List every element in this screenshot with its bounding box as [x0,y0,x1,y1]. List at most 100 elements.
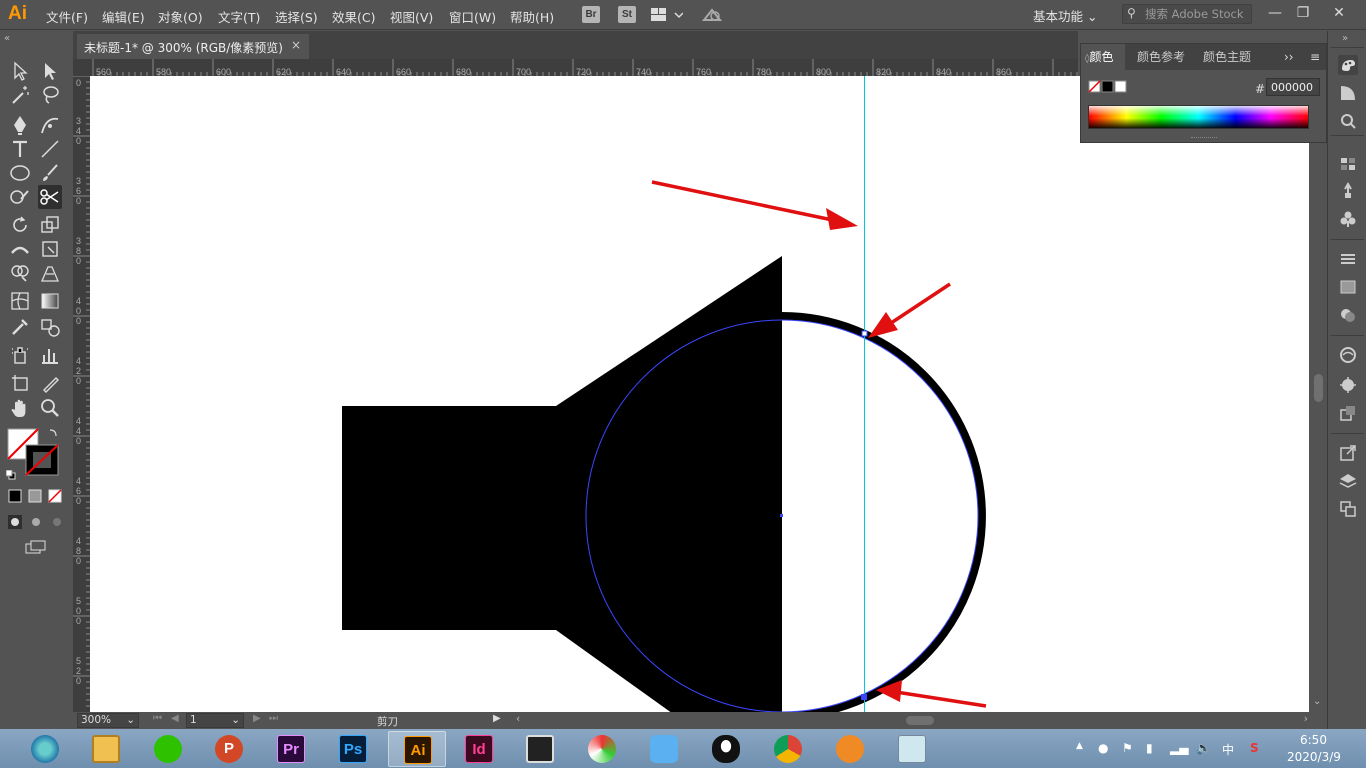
export-icon[interactable] [1338,443,1358,463]
menu-select[interactable]: 选择(S) [275,7,318,26]
close-tab-icon[interactable]: × [291,38,301,52]
menu-file[interactable]: 文件(F) [46,7,88,26]
volume-icon[interactable]: 🔈 [1196,741,1211,755]
screen-mode-icon[interactable] [24,539,48,555]
anchor-point-bottom[interactable] [861,694,867,700]
zoom-tool-icon[interactable] [38,396,62,420]
vertical-scroll-thumb[interactable] [1314,374,1323,402]
arrange-documents-icon[interactable] [651,8,684,22]
fill-stroke-mini-swatches[interactable] [1088,80,1128,94]
graphic-styles-icon[interactable] [1338,375,1358,395]
layers-icon[interactable] [1338,471,1358,491]
gradient-tool-icon[interactable] [38,289,62,313]
pen-tool-icon[interactable] [8,113,32,137]
menu-object[interactable]: 对象(O) [158,7,203,26]
restore-button[interactable]: ❐ [1288,3,1318,23]
column-graph-tool-icon[interactable] [38,343,62,367]
scale-tool-icon[interactable] [38,213,62,237]
gradient-icon[interactable] [1338,277,1358,297]
menu-effect[interactable]: 效果(C) [332,7,375,26]
symbol-sprayer-tool-icon[interactable] [8,343,32,367]
tab-color-guide[interactable]: 颜色参考 [1137,44,1185,70]
paintbrush-tool-icon[interactable] [38,161,62,185]
stock-button[interactable]: St [618,6,636,23]
artboard-tool-icon[interactable] [8,371,32,395]
next-artboard-icon[interactable]: ▶ [253,713,261,724]
blend-tool-icon[interactable] [38,315,62,339]
transparency-icon[interactable] [1338,305,1358,325]
tab-color-themes[interactable]: 颜色主题 [1203,44,1251,70]
taskbar-notes[interactable] [883,731,941,767]
show-hidden-icons[interactable]: ▲ [1076,741,1083,751]
taskbar-chrome[interactable] [759,731,817,767]
ellipse-tool-icon[interactable] [8,161,32,185]
sogou-ime-icon[interactable]: S [1250,741,1259,755]
symbols-icon[interactable] [1338,209,1358,229]
line-segment-tool-icon[interactable] [38,137,62,161]
close-window-button[interactable]: ✕ [1324,3,1354,23]
color-spectrum-bar[interactable] [1088,105,1309,129]
scroll-right-icon[interactable]: › [1304,713,1308,725]
perspective-grid-tool-icon[interactable] [38,261,62,285]
color-panel-icon[interactable] [1338,55,1358,75]
brushes-icon[interactable] [1338,181,1358,201]
document-tab[interactable]: 未标题-1* @ 300% (RGB/像素预览) × [77,34,309,59]
lasso-tool-icon[interactable] [38,83,62,107]
hand-tool-icon[interactable] [8,396,32,420]
artboards-icon[interactable] [1338,499,1358,519]
free-transform-tool-icon[interactable] [38,237,62,261]
vertical-scrollbar[interactable]: ⌄ [1309,76,1327,712]
network-icon[interactable]: ▂▄ [1170,741,1188,755]
drawing-modes-icon[interactable] [8,515,64,529]
slice-tool-icon[interactable] [38,371,62,395]
stroke-icon[interactable] [1338,249,1358,269]
menu-type[interactable]: 文字(T) [218,7,260,26]
taskbar-indesign[interactable]: Id [450,731,508,767]
curvature-tool-icon[interactable] [38,113,62,137]
shaper-tool-icon[interactable] [8,185,32,209]
mesh-tool-icon[interactable] [8,289,32,313]
horizontal-ruler[interactable]: 560 580 600 620 640 660 680 700 720 740 … [73,59,1078,76]
menu-view[interactable]: 视图(V) [390,7,433,26]
asset-export-icon[interactable] [1338,403,1358,423]
expand-dock-icon[interactable]: » [1342,33,1348,44]
collapse-panel-icon[interactable]: « [4,33,10,44]
taskbar-foxmail[interactable] [821,731,879,767]
flag-tray-icon[interactable]: ⚑ [1122,741,1133,755]
selection-tool-icon[interactable] [8,59,32,83]
input-method-indicator[interactable]: 中 [1222,741,1234,758]
status-menu-icon[interactable]: ▶ [493,713,501,724]
swatches-icon[interactable] [1338,153,1358,173]
rotate-tool-icon[interactable] [8,213,32,237]
default-colors-icon[interactable] [5,469,16,480]
anchor-point-top[interactable] [861,330,868,337]
artboard-canvas[interactable] [90,76,1309,712]
appearance-icon[interactable] [1338,345,1358,365]
minimize-button[interactable]: — [1260,3,1290,23]
previous-artboard-icon[interactable]: ◀ [171,713,179,724]
tab-color[interactable]: ◊颜色 [1081,44,1125,70]
panel-menu-icon[interactable]: ≡ [1310,44,1320,70]
workspace-switcher[interactable]: 基本功能 ⌄ [1033,6,1097,25]
clock-date[interactable]: 2020/3/9 [1287,750,1341,764]
taskbar-wechat[interactable] [139,731,197,767]
type-tool-icon[interactable] [8,137,32,161]
menu-edit[interactable]: 编辑(E) [102,7,145,26]
sound-wave-arc[interactable] [781,312,986,712]
menu-help[interactable]: 帮助(H) [510,7,554,26]
direct-selection-tool-icon[interactable] [38,59,62,83]
taskbar-colorful-app[interactable] [573,731,631,767]
artboard-navigator-field[interactable]: 1 ⌄ [186,713,244,728]
eyedropper-tool-icon[interactable] [8,315,32,339]
taskbar-video-editor[interactable] [511,731,569,767]
taskbar-premiere[interactable]: Pr [262,731,320,767]
scroll-down-icon[interactable]: ⌄ [1313,696,1321,707]
magic-wand-tool-icon[interactable] [8,83,32,107]
gpu-performance-icon[interactable] [701,6,723,24]
taskbar-illustrator[interactable]: Ai [388,731,446,767]
zoom-level-field[interactable]: 300% ⌄ [77,713,139,728]
device-tray-icon[interactable]: ▮ [1146,741,1153,755]
width-tool-icon[interactable] [8,237,32,261]
shape-builder-tool-icon[interactable] [8,261,32,285]
horizontal-scroll-thumb[interactable] [906,716,934,725]
